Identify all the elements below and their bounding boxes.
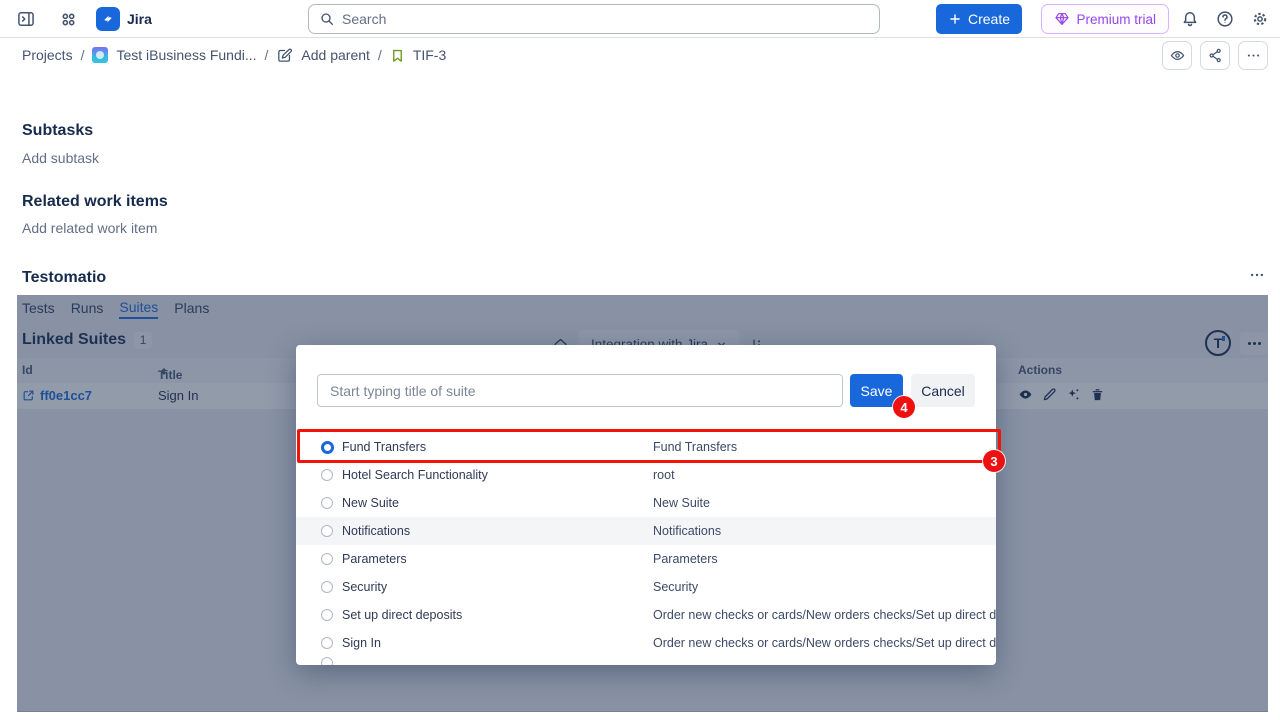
- link-suite-modal: Save Cancel Fund Transfers Fund Transfer…: [296, 345, 996, 665]
- suite-option-label: Fund Transfers: [342, 440, 426, 454]
- breadcrumb-row: Projects / Test iBusiness Fundi... / Add…: [0, 38, 1280, 72]
- related-work-items-title: Related work items: [22, 193, 168, 211]
- suite-option-path: Parameters: [653, 552, 718, 566]
- testomatio-title: Testomatio: [22, 269, 106, 287]
- suite-option-label: Notifications: [342, 524, 410, 538]
- settings-gear-icon[interactable]: [1246, 5, 1274, 33]
- suite-option-label: New Suite: [342, 496, 399, 510]
- breadcrumb-projects[interactable]: Projects: [22, 47, 73, 63]
- testomatio-more-icon[interactable]: [1248, 266, 1266, 289]
- suite-option-path: New Suite: [653, 496, 710, 510]
- premium-trial-label: Premium trial: [1076, 12, 1156, 27]
- suite-option-path: Notifications: [653, 524, 721, 538]
- suite-option-security[interactable]: Security Security: [296, 573, 996, 601]
- radio-icon[interactable]: [321, 609, 333, 621]
- add-related-work-item-link[interactable]: Add related work item: [22, 220, 157, 236]
- jira-page: Jira Create Premium trial: [0, 0, 1280, 720]
- annotation-badge-3: 3: [983, 450, 1005, 472]
- suite-option-label: Security: [342, 580, 387, 594]
- breadcrumb-separator: /: [265, 47, 269, 63]
- subtasks-title: Subtasks: [22, 122, 93, 140]
- annotation-badge-4: 4: [893, 396, 915, 418]
- plus-icon: [948, 12, 962, 26]
- radio-selected-icon[interactable]: [321, 441, 334, 454]
- suite-option-new-suite[interactable]: New Suite New Suite: [296, 489, 996, 517]
- gem-icon: [1054, 11, 1070, 27]
- jira-brand[interactable]: Jira: [96, 7, 152, 31]
- radio-icon[interactable]: [321, 469, 333, 481]
- suite-options-list: Fund Transfers Fund Transfers Hotel Sear…: [296, 433, 996, 657]
- notifications-icon[interactable]: [1176, 5, 1204, 33]
- add-subtask-link[interactable]: Add subtask: [22, 150, 99, 166]
- suite-option-label: Parameters: [342, 552, 407, 566]
- create-button-label: Create: [968, 11, 1010, 27]
- radio-icon-partial[interactable]: [321, 657, 333, 665]
- suite-option-path: Order new checks or cards/New orders che…: [653, 636, 996, 650]
- global-search[interactable]: [308, 4, 880, 34]
- suite-option-parameters[interactable]: Parameters Parameters: [296, 545, 996, 573]
- radio-icon[interactable]: [321, 637, 333, 649]
- breadcrumb-separator: /: [81, 47, 85, 63]
- app-title: Jira: [127, 11, 152, 27]
- app-switcher-icon[interactable]: [54, 5, 82, 33]
- suite-option-direct-deposits[interactable]: Set up direct deposits Order new checks …: [296, 601, 996, 629]
- expand-sidebar-icon[interactable]: [12, 5, 40, 33]
- bookmark-worktype-icon: [390, 48, 405, 63]
- radio-icon[interactable]: [321, 497, 333, 509]
- edit-icon: [276, 47, 293, 64]
- project-avatar: [92, 47, 108, 63]
- create-button[interactable]: Create: [936, 4, 1022, 34]
- more-actions-button[interactable]: [1238, 41, 1268, 70]
- share-button[interactable]: [1200, 41, 1230, 70]
- suite-option-fund-transfers[interactable]: Fund Transfers Fund Transfers: [296, 433, 996, 461]
- suite-option-path: Fund Transfers: [653, 440, 737, 454]
- premium-trial-button[interactable]: Premium trial: [1041, 4, 1169, 34]
- watch-button[interactable]: [1162, 41, 1192, 70]
- suite-option-label: Hotel Search Functionality: [342, 468, 488, 482]
- radio-icon[interactable]: [321, 553, 333, 565]
- breadcrumb-issue-key[interactable]: TIF-3: [413, 47, 446, 63]
- suite-option-label: Sign In: [342, 636, 381, 650]
- breadcrumb-separator: /: [378, 47, 382, 63]
- radio-icon[interactable]: [321, 581, 333, 593]
- search-input[interactable]: [342, 11, 869, 27]
- suite-option-sign-in[interactable]: Sign In Order new checks or cards/New or…: [296, 629, 996, 657]
- help-icon[interactable]: [1211, 5, 1239, 33]
- suite-option-label: Set up direct deposits: [342, 608, 462, 622]
- breadcrumb: Projects / Test iBusiness Fundi... / Add…: [22, 47, 446, 64]
- search-icon: [319, 11, 335, 27]
- suite-option-path: root: [653, 468, 675, 482]
- top-navigation-bar: Jira Create Premium trial: [0, 0, 1280, 38]
- jira-logo-icon: [96, 7, 120, 31]
- suite-option-hotel-search[interactable]: Hotel Search Functionality root: [296, 461, 996, 489]
- radio-icon[interactable]: [321, 525, 333, 537]
- cancel-button[interactable]: Cancel: [911, 374, 975, 407]
- breadcrumb-project-name[interactable]: Test iBusiness Fundi...: [116, 47, 256, 63]
- suite-option-path: Security: [653, 580, 698, 594]
- suite-option-path: Order new checks or cards/New orders che…: [653, 608, 996, 622]
- suite-title-input[interactable]: [317, 374, 843, 407]
- suite-option-notifications[interactable]: Notifications Notifications: [296, 517, 996, 545]
- breadcrumb-add-parent[interactable]: Add parent: [301, 47, 370, 63]
